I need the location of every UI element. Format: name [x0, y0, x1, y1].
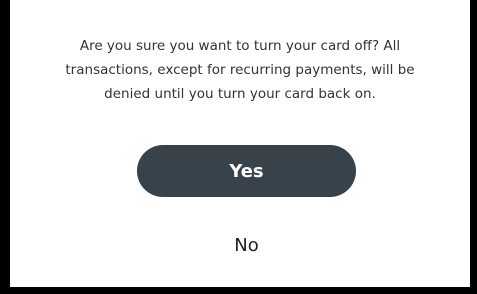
dialog-message: Are you sure you want to turn your card …: [30, 34, 450, 106]
dialog-message-line-2: transactions, except for recurring payme…: [65, 62, 415, 78]
dialog-frame: Are you sure you want to turn your card …: [0, 0, 477, 294]
confirm-dialog: Are you sure you want to turn your card …: [10, 0, 470, 287]
no-button[interactable]: No: [190, 228, 303, 262]
dialog-message-line-3: denied until you turn your card back on.: [104, 86, 376, 102]
yes-button[interactable]: Yes: [137, 145, 356, 197]
dialog-message-line-1: Are you sure you want to turn your card …: [79, 38, 401, 54]
